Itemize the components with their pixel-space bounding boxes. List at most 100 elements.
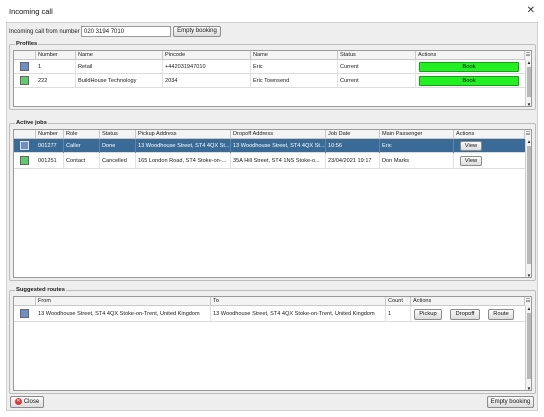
scroll-thumb[interactable] (527, 313, 531, 379)
book-button[interactable]: Book (419, 76, 519, 86)
profile-status: Current (338, 60, 416, 74)
jobs-col-dropoff[interactable]: Dropoff Address (231, 130, 326, 139)
job-role: Contact (64, 153, 100, 169)
column-chooser-icon[interactable]: ☷ (525, 297, 531, 306)
active-jobs-table-header: Number Role Status Pickup Address Dropof… (14, 130, 531, 139)
scroll-up-icon[interactable]: ▲ (526, 306, 531, 312)
profiles-table: Number Name Pincode Name Status Actions … (13, 50, 532, 107)
jobs-col-passenger[interactable]: Main Passenger (380, 130, 454, 139)
table-row[interactable]: 001251 Contact Cancelled 165 London Road… (14, 153, 531, 169)
profiles-col-swatch (14, 51, 36, 60)
column-chooser-icon[interactable]: ☷ (525, 130, 531, 139)
job-dropoff: 13 Woodhouse Street, ST4 4QX St... (231, 139, 326, 153)
route-from: 13 Woodhouse Street, ST4 4QX Stoke-on-Tr… (36, 306, 211, 322)
active-jobs-scrollbar[interactable]: ▲ ▼ (525, 139, 531, 277)
profile-contact-name: Eric (251, 60, 338, 74)
jobs-col-status[interactable]: Status (100, 130, 136, 139)
color-swatch (20, 62, 29, 71)
close-icon[interactable]: ✕ (527, 5, 535, 16)
scroll-thumb[interactable] (527, 67, 531, 97)
job-date: 23/04/2021 19:17 (326, 153, 380, 169)
job-passenger: Eric (380, 139, 454, 153)
suggested-routes-scrollbar[interactable]: ▲ ▼ (525, 306, 531, 390)
dropoff-button[interactable]: Dropoff (450, 309, 480, 320)
table-row[interactable]: 222 BuildHouse Technology 2034 Eric Town… (14, 74, 531, 88)
color-swatch (20, 76, 29, 85)
profiles-col-number[interactable]: Number (36, 51, 76, 60)
job-dropoff: 35A Hill Street, ST4 1NS Stoke-o... (231, 153, 326, 169)
active-jobs-table: Number Role Status Pickup Address Dropof… (13, 129, 532, 278)
suggested-routes-group-label: Suggested routes (15, 286, 66, 294)
scroll-up-icon[interactable]: ▲ (526, 139, 531, 145)
incoming-number-row: Incoming call from number 020 3194 7010 (9, 26, 309, 38)
scroll-up-icon[interactable]: ▲ (526, 60, 531, 66)
routes-col-to[interactable]: To (211, 297, 386, 306)
profile-contact-name: Eric Townsend (251, 74, 338, 88)
routes-col-swatch (14, 297, 36, 306)
jobs-col-date[interactable]: Job Date (326, 130, 380, 139)
scroll-down-icon[interactable]: ▼ (526, 273, 531, 277)
profile-number: 1 (36, 60, 76, 74)
table-row[interactable]: 1 Retail +442031947010 Eric Current Book (14, 60, 531, 74)
profiles-scrollbar[interactable]: ▲ ▼ (525, 60, 531, 106)
job-pickup: 13 Woodhouse Street, ST4 4QX St... (136, 139, 231, 153)
scroll-down-icon[interactable]: ▼ (526, 102, 531, 106)
profile-number: 222 (36, 74, 76, 88)
profile-name: BuildHouse Technology (76, 74, 163, 88)
table-row[interactable]: 13 Woodhouse Street, ST4 4QX Stoke-on-Tr… (14, 306, 531, 322)
profile-status: Current (338, 74, 416, 88)
profiles-col-status[interactable]: Status (338, 51, 416, 60)
empty-booking-bottom-button[interactable]: Empty booking (487, 396, 534, 408)
routes-col-count[interactable]: Count (386, 297, 411, 306)
scroll-down-icon[interactable]: ▼ (526, 386, 531, 390)
view-button[interactable]: View (460, 141, 482, 151)
active-jobs-group-label: Active jobs (15, 119, 48, 127)
profiles-group-label: Profiles (15, 40, 39, 48)
close-button[interactable]: ✕ Close (10, 396, 44, 408)
route-button[interactable]: Route (488, 309, 514, 320)
route-count: 1 (386, 306, 411, 322)
job-status: Cancelled (100, 153, 136, 169)
job-status: Done (100, 139, 136, 153)
suggested-routes-table-header: From To Count Actions (14, 297, 531, 306)
pickup-button[interactable]: Pickup (414, 309, 442, 320)
jobs-col-number[interactable]: Number (36, 130, 64, 139)
profile-name: Retail (76, 60, 163, 74)
empty-booking-top-button[interactable]: Empty booking (173, 26, 221, 37)
routes-col-actions[interactable]: Actions (411, 297, 525, 306)
empty-booking-bottom-label: Empty booking (490, 399, 531, 405)
profiles-col-pincode[interactable]: Pincode (163, 51, 251, 60)
window-title: Incoming call (9, 7, 53, 16)
title-bar: Incoming call ✕ (0, 0, 544, 22)
jobs-col-pickup[interactable]: Pickup Address (136, 130, 231, 139)
color-swatch (20, 141, 29, 150)
suggested-routes-table: From To Count Actions ☷ 13 Woodhouse Str… (13, 296, 532, 391)
view-button[interactable]: View (460, 156, 482, 166)
profiles-group: Profiles Number Name Pincode Name Status… (9, 40, 536, 110)
incoming-number-field[interactable]: 020 3194 7010 (81, 26, 171, 37)
job-role: Caller (64, 139, 100, 153)
jobs-col-role[interactable]: Role (64, 130, 100, 139)
active-jobs-group: Active jobs Number Role Status Pickup Ad… (9, 119, 536, 281)
incoming-number-label: Incoming call from number (9, 29, 80, 35)
routes-col-from[interactable]: From (36, 297, 211, 306)
job-passenger: Don Marks (380, 153, 454, 169)
color-swatch (20, 156, 29, 165)
job-number: 001251 (36, 153, 64, 169)
suggested-routes-group: Suggested routes From To Count Actions ☷… (9, 286, 536, 394)
profiles-col-name[interactable]: Name (76, 51, 163, 60)
profiles-col-contact-name[interactable]: Name (251, 51, 338, 60)
scroll-thumb[interactable] (527, 146, 531, 264)
empty-booking-top-label: Empty booking (177, 28, 217, 34)
route-to: 13 Woodhouse Street, ST4 4QX Stoke-on-Tr… (211, 306, 386, 322)
table-row-selected[interactable]: 001277 Caller Done 13 Woodhouse Street, … (14, 139, 531, 153)
jobs-col-actions[interactable]: Actions (454, 130, 525, 139)
job-date: 10:56 (326, 139, 380, 153)
column-chooser-icon[interactable]: ☷ (525, 51, 531, 60)
book-button[interactable]: Book (419, 62, 519, 72)
profile-pincode: 2034 (163, 74, 251, 88)
profiles-col-actions[interactable]: Actions (416, 51, 525, 60)
dialog-body: Incoming call from number 020 3194 7010 … (6, 22, 538, 411)
close-button-label: Close (23, 399, 40, 405)
profile-pincode: +442031947010 (163, 60, 251, 74)
